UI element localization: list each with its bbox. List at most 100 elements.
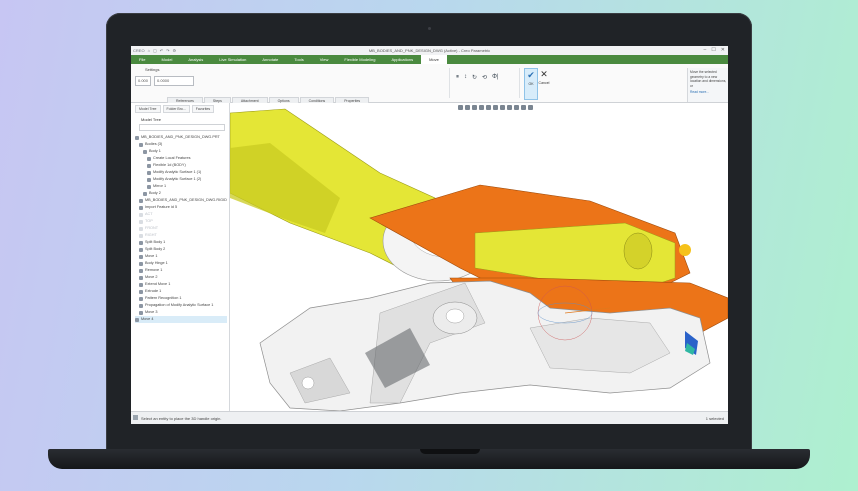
tree-node-label: ACT [145,212,153,216]
close-icon[interactable]: ✕ [721,47,725,53]
tree-node-label: Propagation of Modify Analytic Surface 1 [145,303,214,307]
translate-icon[interactable]: ↕ [464,74,467,81]
feature-icon [139,142,143,147]
saved-views-icon[interactable] [486,105,491,110]
webcam [428,27,431,30]
zoom-in-icon[interactable] [465,105,470,110]
tree-node[interactable]: Import Feature id 5 [135,204,227,211]
section-icon[interactable] [528,105,533,110]
cancel-button[interactable]: ✕ Cancel [538,68,550,98]
read-more-link[interactable]: Read more... [690,90,709,94]
tree-node[interactable]: Remove 1 [135,267,227,274]
feature-icon [143,149,147,154]
tree-node[interactable]: Extrude 1 [135,288,227,295]
rotate-icon[interactable]: ↻ [472,74,477,81]
tree-node[interactable]: Split Body 2 [135,246,227,253]
zoom-out-icon[interactable] [472,105,477,110]
checkmark-icon: ✔ [527,70,535,80]
grey-ear-hole [301,376,315,390]
tab-annotate[interactable]: Annotate [254,55,286,64]
annotation-display-icon[interactable] [514,105,519,110]
tree-node[interactable]: Split Body 1 [135,239,227,246]
tab-favorites[interactable]: Favorites [191,105,215,113]
tab-tools[interactable]: Tools [286,55,311,64]
tab-model-tree[interactable]: Model Tree [135,105,161,113]
selection-count: 1 selected [705,416,724,421]
display-style-icon[interactable] [493,105,498,110]
tree-node-label: Modify Analytic Surface 1 (1) [153,170,202,174]
feature-icon [139,247,143,252]
tree-node[interactable]: Body 1 [135,148,227,155]
tree-node[interactable]: Pattern Recognition 1 [135,295,227,302]
3d-model-view[interactable] [229,103,728,412]
orange-pin-hole [679,244,691,256]
tree-node[interactable]: Move 1 [135,253,227,260]
tree-node[interactable]: ACT [135,211,227,218]
feature-icon [139,205,143,210]
tab-applications[interactable]: Applications [384,55,422,64]
tree-node[interactable]: Body Hinge 1 [135,260,227,267]
tab-move[interactable]: Move [421,55,447,64]
tree-node[interactable]: MB_BODIES_AND_PNK_DESIGN_DWG.RIGID [135,197,227,204]
tree-node-label: Move 2 [145,275,158,279]
status-message: Select an entity to place the 3D handle … [141,416,222,421]
help-text: Move the selected geometry to a new loca… [690,70,727,88]
tree-node[interactable]: Move 4 [135,316,227,323]
tree-node[interactable]: MB_BODIES_AND_PNK_DESIGN_DWG.PRT [135,134,227,141]
dimension-icon[interactable]: Φ| [492,74,498,81]
model-tree: MB_BODIES_AND_PNK_DESIGN_DWG.PRT Bodies (… [135,134,227,323]
view-manager-icon[interactable] [500,105,505,110]
tree-node[interactable]: Move 3 [135,309,227,316]
rotate-back-icon[interactable]: ⟲ [482,74,487,81]
tree-search-input[interactable] [139,124,225,131]
tab-analysis[interactable]: Analysis [180,55,211,64]
tab-view[interactable]: View [312,55,337,64]
tab-file[interactable]: File [131,55,153,64]
tree-node[interactable]: Propagation of Modify Analytic Surface 1 [135,302,227,309]
feature-icon [139,275,143,280]
tree-node-label: Mirror 1 [153,184,167,188]
feature-icon [139,219,143,224]
spin-center-icon[interactable] [521,105,526,110]
tab-folder-browser[interactable]: Folder Bro... [162,105,190,113]
help-panel: Move the selected geometry to a new loca… [687,68,728,102]
tree-node[interactable]: Extend Move 1 [135,281,227,288]
tree-node[interactable]: Modify Analytic Surface 1 (1) [135,169,227,176]
tree-node[interactable]: FRONT [135,225,227,232]
feature-icon [147,156,151,161]
tree-node[interactable]: Modify Analytic Surface 1 (2) [135,176,227,183]
tree-node[interactable]: Create Local Features [135,155,227,162]
feature-icon [147,177,151,182]
tree-node[interactable]: Flexible 1d (BODY) [135,162,227,169]
ok-button[interactable]: ✔ OK [524,68,538,100]
tab-live-simulation[interactable]: Live Simulation [211,55,254,64]
tree-node-label: Move 4 [141,317,154,321]
feature-icon [139,296,143,301]
tab-flexible-modeling[interactable]: Flexible Modeling [336,55,383,64]
refit-icon[interactable] [458,105,463,110]
maximize-icon[interactable]: ☐ [711,47,715,53]
tree-node-label: Import Feature id 5 [145,205,178,209]
tree-node[interactable]: Bodies (3) [135,141,227,148]
tree-node[interactable]: RIGHT [135,232,227,239]
repaint-icon[interactable] [479,105,484,110]
value-field[interactable]: 0.0000 [154,76,195,86]
feature-icon [139,198,143,203]
feature-icon [139,240,143,245]
tree-node[interactable]: Body 2 [135,190,227,197]
model-tree-panel: Model Tree Folder Bro... Favorites Model… [131,103,230,411]
tree-node-label: TOP [145,219,153,223]
tree-node[interactable]: TOP [135,218,227,225]
minimize-icon[interactable]: – [704,47,707,53]
pause-icon[interactable]: ⏸ [456,74,459,81]
tree-node[interactable]: Mirror 1 [135,183,227,190]
status-toggle-icon[interactable] [133,415,138,420]
tree-node[interactable]: Move 2 [135,274,227,281]
graphics-viewport[interactable] [229,103,728,412]
datum-display-icon[interactable] [507,105,512,110]
selector-field[interactable]: 0.000 [135,76,152,86]
tab-model[interactable]: Model [153,55,180,64]
feature-icon [147,163,151,168]
feature-icon [139,282,143,287]
tree-node-label: Move 3 [145,310,158,314]
